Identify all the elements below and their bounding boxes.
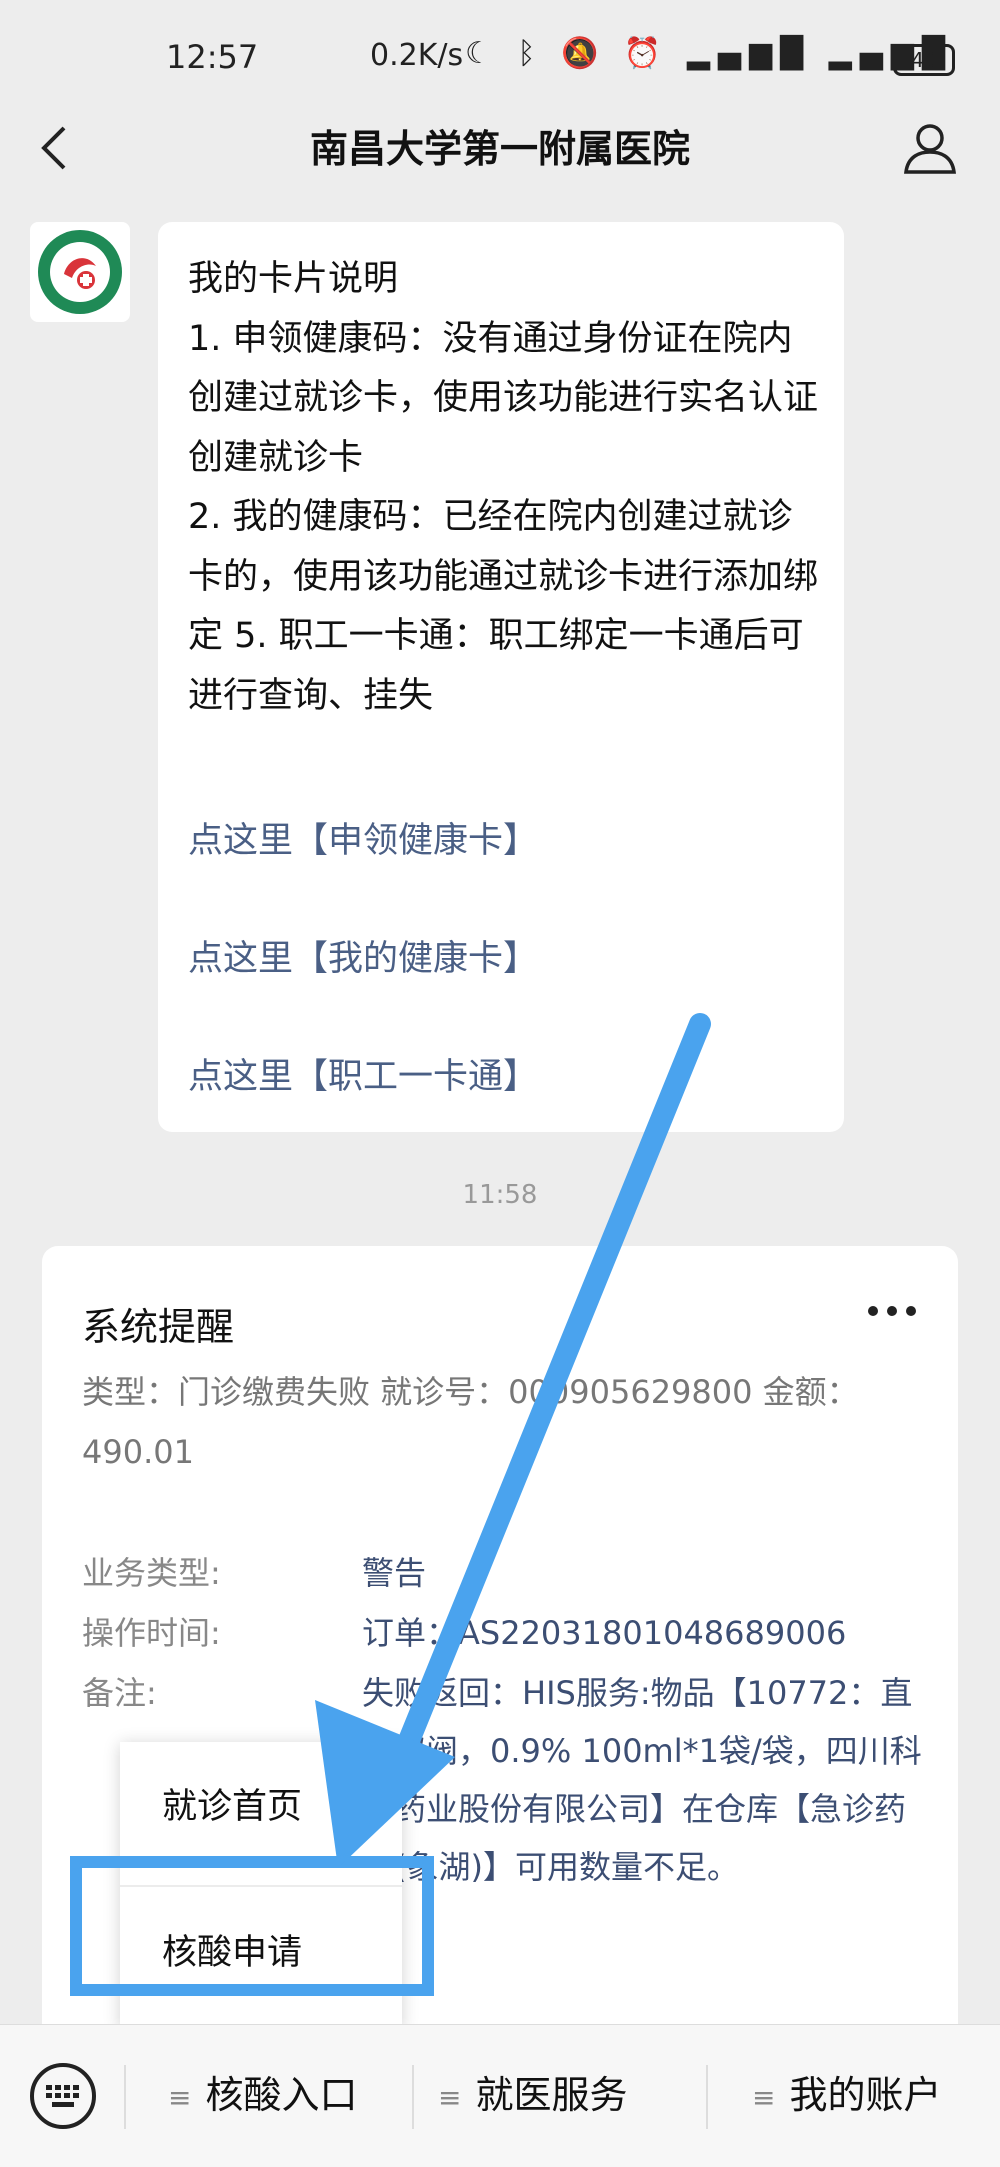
mute-icon: 🔕 — [561, 36, 607, 71]
bluetooth-icon: ᛒ — [517, 36, 544, 71]
battery-icon: 40 — [893, 44, 955, 76]
network-speed: 0.2K/s — [370, 38, 464, 73]
more-dot-icon — [906, 1306, 916, 1316]
status-icons: ☾ ᛒ 🔕 ⏰ ▂▄▆█ ▂▄▆█ — [465, 36, 953, 71]
tab-divider — [412, 2065, 414, 2129]
field-label-remark: 备注: — [82, 1674, 157, 1712]
keyboard-icon — [46, 2085, 79, 2107]
menu-lines-icon: ≡ — [168, 2080, 192, 2114]
field-label-operation-time: 操作时间: — [82, 1614, 221, 1652]
message-timestamp: 11:58 — [462, 1180, 538, 1210]
tab-label: 就医服务 — [475, 2073, 628, 2117]
field-value-business-type: 警告 — [362, 1554, 427, 1592]
link-my-health-card[interactable]: 点这里【我的健康卡】 — [188, 930, 538, 981]
more-dot-icon — [868, 1306, 878, 1316]
tab-nucleic-entry[interactable]: ≡ 核酸入口 — [168, 2055, 357, 2135]
menu-lines-icon: ≡ — [438, 2080, 462, 2114]
link-apply-health-card[interactable]: 点这里【申领健康卡】 — [188, 812, 538, 863]
field-value-operation-time: 订单：AS22031801048689006 — [362, 1614, 847, 1652]
bottom-tab-bar: ≡ 核酸入口 ≡ 就医服务 ≡ 我的账户 — [0, 2024, 1000, 2167]
moon-icon: ☾ — [465, 36, 500, 71]
page-title: 南昌大学第一附属医院 — [309, 127, 690, 171]
more-dot-icon — [887, 1306, 897, 1316]
message-bubble: 我的卡片说明 1. 申领健康码：没有通过身份证在院内创建过就诊卡，使用该功能进行… — [158, 222, 844, 1132]
field-label-business-type: 业务类型: — [82, 1554, 221, 1592]
menu-lines-icon: ≡ — [752, 2080, 776, 2114]
hospital-logo-avatar[interactable] — [30, 222, 130, 322]
user-icon — [904, 124, 956, 174]
card-summary: 类型：门诊缴费失败 就诊号：000905629800 金额：490.01 — [82, 1373, 859, 1471]
status-time: 12:57 — [166, 38, 259, 76]
signal-5g-icon: ▂▄▆█ — [686, 36, 812, 71]
tab-label: 核酸入口 — [205, 2073, 358, 2117]
alarm-icon: ⏰ — [623, 36, 670, 71]
tab-label: 我的账户 — [789, 2073, 942, 2117]
profile-button[interactable] — [900, 118, 960, 178]
menu-item-visit-home[interactable]: 就诊首页 — [120, 1742, 402, 1872]
title-bar: 南昌大学第一附属医院 — [0, 100, 1000, 196]
field-value-remark: 失败返回：HIS服务:物品【10772：直立双阀，0.9% 100ml*1袋/袋… — [362, 1674, 922, 1886]
tab-medical-services[interactable]: ≡ 就医服务 — [438, 2055, 627, 2135]
more-options-button[interactable] — [862, 1290, 922, 1330]
link-staff-card[interactable]: 点这里【职工一卡通】 — [188, 1048, 538, 1099]
card-title: 系统提醒 — [82, 1305, 235, 1349]
annotation-highlight-box — [70, 1856, 434, 1996]
tab-my-account[interactable]: ≡ 我的账户 — [752, 2055, 941, 2135]
tab-divider — [706, 2065, 708, 2129]
keyboard-toggle-button[interactable] — [30, 2063, 96, 2129]
bubble-text: 我的卡片说明 1. 申领健康码：没有通过身份证在院内创建过就诊卡，使用该功能进行… — [188, 259, 819, 716]
hospital-logo-icon — [38, 230, 122, 314]
tab-divider — [124, 2065, 126, 2129]
